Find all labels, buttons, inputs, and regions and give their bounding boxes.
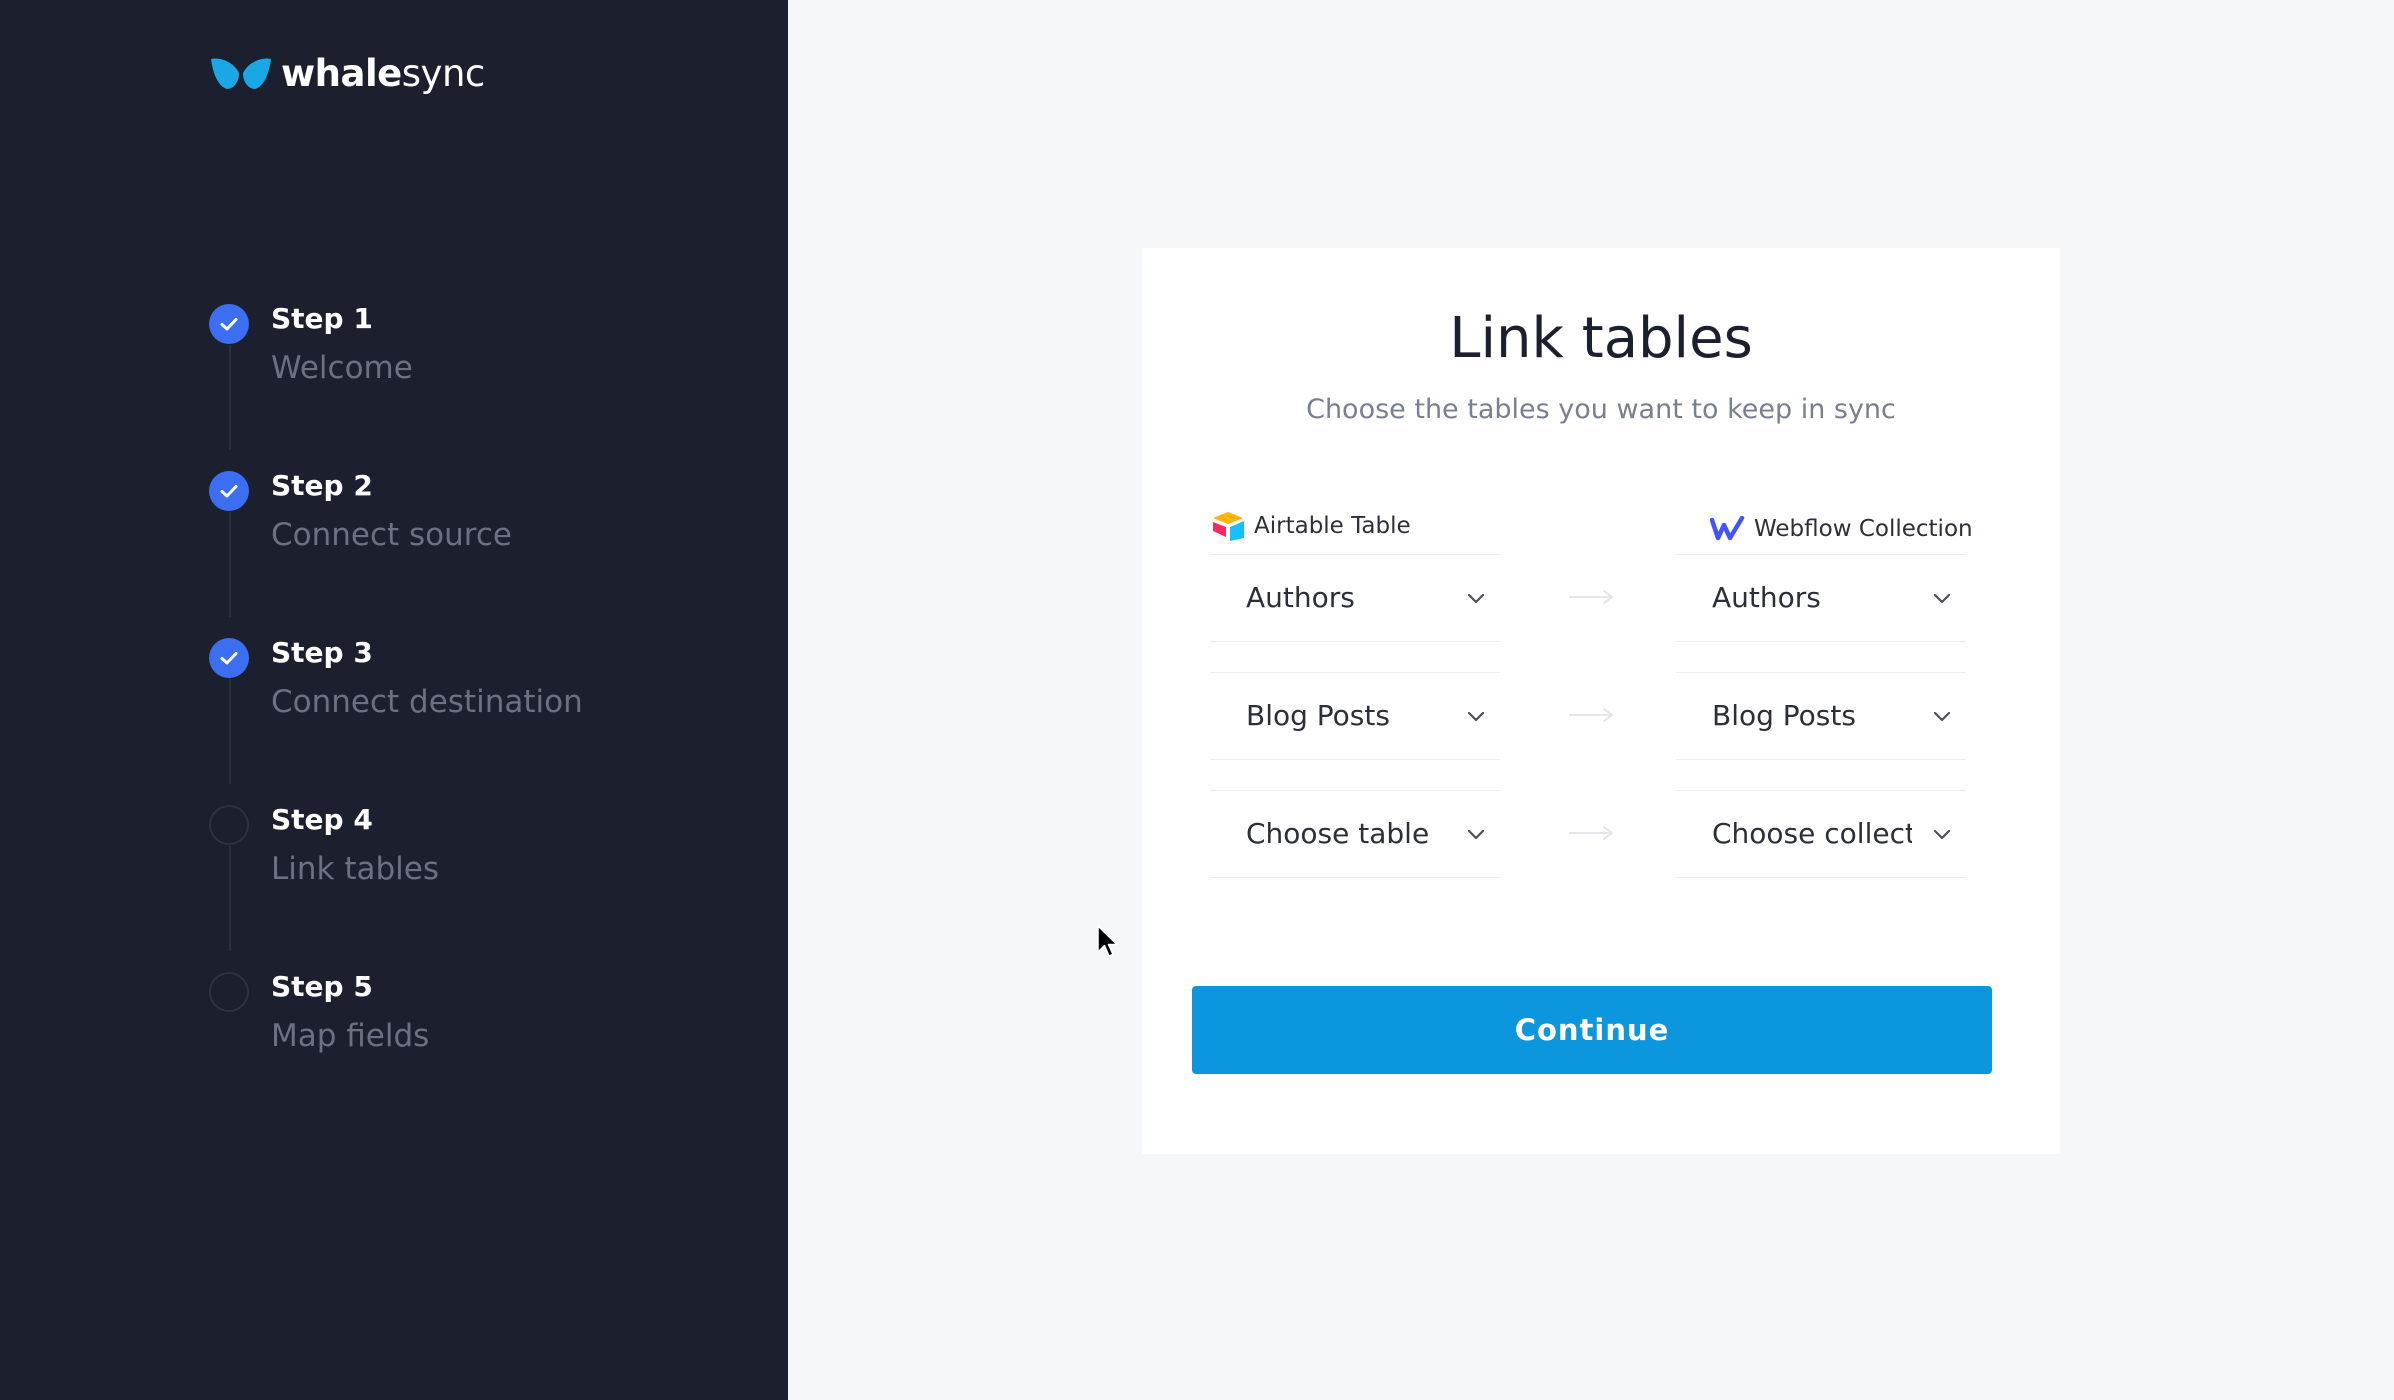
source-column-label: Airtable Table bbox=[1254, 513, 1411, 539]
step-title: Step 5 bbox=[271, 970, 373, 1003]
brand-logo[interactable]: whalesync bbox=[209, 50, 485, 96]
brand-name-regular: sync bbox=[401, 51, 485, 95]
source-column-header: Airtable Table bbox=[1210, 510, 1411, 542]
step-title: Step 4 bbox=[271, 803, 373, 836]
select-value: Choose table bbox=[1246, 817, 1430, 850]
page-title: Link tables bbox=[1449, 306, 1753, 371]
step-connector bbox=[229, 345, 231, 450]
step-complete-indicator bbox=[209, 304, 249, 344]
link-tables-card: Link tables Choose the tables you want t… bbox=[1142, 248, 2060, 1154]
sidebar: whalesync Step 1 Welcome Step 2 Connect … bbox=[0, 0, 788, 1400]
chevron-down-icon bbox=[1467, 829, 1485, 840]
check-icon bbox=[220, 318, 238, 331]
check-icon bbox=[220, 485, 238, 498]
step-subtitle: Connect destination bbox=[271, 684, 583, 720]
destination-collection-select[interactable]: Choose collection bbox=[1676, 790, 1966, 878]
chevron-down-icon bbox=[1933, 593, 1951, 604]
arrow-right-icon bbox=[1569, 590, 1613, 604]
step-subtitle: Connect source bbox=[271, 517, 512, 553]
step-subtitle: Welcome bbox=[271, 350, 413, 386]
select-value: Authors bbox=[1712, 581, 1821, 614]
step-connector bbox=[229, 679, 231, 784]
step-connector bbox=[229, 512, 231, 617]
chevron-down-icon bbox=[1933, 829, 1951, 840]
brand-name-bold: whale bbox=[281, 51, 402, 95]
whale-tail-icon bbox=[211, 58, 271, 89]
arrow-right-icon bbox=[1569, 826, 1613, 840]
step-connector bbox=[229, 846, 231, 951]
select-value: Choose collection bbox=[1712, 817, 1912, 850]
step-complete-indicator bbox=[209, 638, 249, 678]
select-value: Blog Posts bbox=[1712, 699, 1856, 732]
step-pending-indicator bbox=[209, 805, 249, 845]
mouse-cursor-icon bbox=[1097, 925, 1118, 957]
webflow-icon bbox=[1710, 516, 1745, 541]
page-subtitle: Choose the tables you want to keep in sy… bbox=[1306, 394, 1896, 425]
step-subtitle: Link tables bbox=[271, 851, 440, 887]
step-complete-indicator bbox=[209, 471, 249, 511]
brand-name: whalesync bbox=[281, 52, 485, 95]
destination-column-label: Webflow Collection bbox=[1754, 516, 1973, 542]
source-table-select[interactable]: Blog Posts bbox=[1210, 672, 1500, 760]
destination-collection-select[interactable]: Authors bbox=[1676, 554, 1966, 642]
source-table-select[interactable]: Authors bbox=[1210, 554, 1500, 642]
select-value: Blog Posts bbox=[1246, 699, 1390, 732]
chevron-down-icon bbox=[1933, 711, 1951, 722]
step-subtitle: Map fields bbox=[271, 1018, 430, 1054]
select-value: Authors bbox=[1246, 581, 1355, 614]
step-title: Step 3 bbox=[271, 636, 373, 669]
step-pending-indicator bbox=[209, 972, 249, 1012]
check-icon bbox=[220, 652, 238, 665]
destination-column-header: Webflow Collection bbox=[1710, 516, 1973, 542]
destination-collection-select[interactable]: Blog Posts bbox=[1676, 672, 1966, 760]
chevron-down-icon bbox=[1467, 711, 1485, 722]
chevron-down-icon bbox=[1467, 593, 1485, 604]
step-title: Step 1 bbox=[271, 302, 373, 335]
source-table-select[interactable]: Choose table bbox=[1210, 790, 1500, 878]
continue-button[interactable]: Continue bbox=[1192, 986, 1992, 1074]
step-title: Step 2 bbox=[271, 469, 373, 502]
airtable-icon bbox=[1213, 512, 1244, 541]
arrow-right-icon bbox=[1569, 708, 1613, 722]
